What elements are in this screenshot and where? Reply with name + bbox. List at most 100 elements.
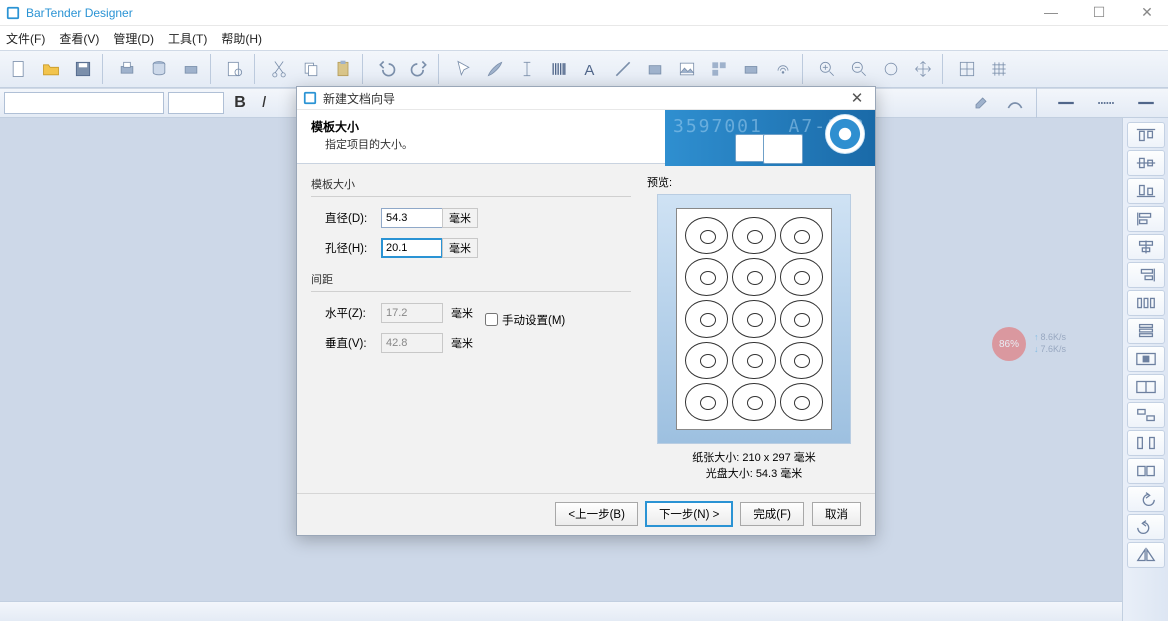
rfid-tool[interactable] xyxy=(768,54,798,84)
rotate-left-button[interactable] xyxy=(1127,486,1165,512)
rotate-right-button[interactable] xyxy=(1127,514,1165,540)
center-page-h-button[interactable] xyxy=(1127,346,1165,372)
hole-input[interactable] xyxy=(381,238,443,258)
zoom-out-button[interactable] xyxy=(844,54,874,84)
flip-h-button[interactable] xyxy=(1127,542,1165,568)
paste-button[interactable] xyxy=(328,54,358,84)
undo-button[interactable] xyxy=(372,54,402,84)
finish-button[interactable]: 完成(F) xyxy=(740,502,804,526)
line-style3-button[interactable] xyxy=(1128,88,1164,118)
new-button[interactable] xyxy=(4,54,34,84)
italic-button[interactable]: I xyxy=(256,94,272,112)
line-style2-button[interactable] xyxy=(1088,88,1124,118)
cancel-button[interactable]: 取消 xyxy=(812,502,861,526)
menu-help[interactable]: 帮助(H) xyxy=(221,30,262,47)
database-button[interactable] xyxy=(144,54,174,84)
menu-view[interactable]: 查看(V) xyxy=(59,30,99,47)
brush-tool[interactable] xyxy=(480,54,510,84)
preview-label: 预览: xyxy=(647,174,861,190)
redo-button[interactable] xyxy=(404,54,434,84)
dialog-footer: <上一步(B) 下一步(N) > 完成(F) 取消 xyxy=(297,493,875,535)
distribute-h-button[interactable] xyxy=(1127,290,1165,316)
distribute-v-button[interactable] xyxy=(1127,318,1165,344)
preview-button[interactable] xyxy=(220,54,250,84)
section-template-size: 模板大小 xyxy=(311,176,631,192)
same-width-button[interactable] xyxy=(1127,402,1165,428)
fill-color-button[interactable] xyxy=(966,88,996,118)
fontsize-combo[interactable] xyxy=(168,92,224,114)
align-center-button[interactable] xyxy=(1127,234,1165,260)
horiz-input xyxy=(381,303,443,323)
encoder-tool[interactable] xyxy=(736,54,766,84)
align-right-button[interactable] xyxy=(1127,262,1165,288)
align-middle-button[interactable] xyxy=(1127,150,1165,176)
align-left-button[interactable] xyxy=(1127,206,1165,232)
preview-panel xyxy=(657,194,851,444)
banner-art: 3597001 A7-118 xyxy=(665,110,875,166)
dialog-subheading: 指定项目的大小。 xyxy=(325,136,413,152)
align-top-button[interactable] xyxy=(1127,122,1165,148)
menu-tools[interactable]: 工具(T) xyxy=(168,30,207,47)
manual-checkbox-label[interactable]: 手动设置(M) xyxy=(485,312,565,328)
align-bottom-button[interactable] xyxy=(1127,178,1165,204)
line-tool[interactable] xyxy=(608,54,638,84)
menu-manage[interactable]: 管理(D) xyxy=(113,30,154,47)
zoom-in-button[interactable] xyxy=(812,54,842,84)
net-download: 7.6K/s xyxy=(1034,344,1066,356)
window-maximize[interactable]: ☐ xyxy=(1084,4,1114,21)
window-minimize[interactable]: ― xyxy=(1036,4,1066,21)
diameter-label: 直径(D): xyxy=(311,210,381,226)
print2-button[interactable] xyxy=(176,54,206,84)
app-title: BarTender Designer xyxy=(26,6,1036,20)
next-button[interactable]: 下一步(N) > xyxy=(646,502,732,526)
zoom-fit-button[interactable] xyxy=(876,54,906,84)
svg-text:A: A xyxy=(584,62,594,79)
back-button[interactable]: <上一步(B) xyxy=(555,502,638,526)
cut-button[interactable] xyxy=(264,54,294,84)
window-close[interactable]: ✕ xyxy=(1132,4,1162,21)
diameter-input[interactable] xyxy=(381,208,443,228)
vert-unit: 毫米 xyxy=(451,335,473,351)
menu-file[interactable]: 文件(F) xyxy=(6,30,45,47)
hole-unit: 毫米 xyxy=(442,238,478,258)
same-height-button[interactable] xyxy=(1127,430,1165,456)
print-button[interactable] xyxy=(112,54,142,84)
shape-tool[interactable] xyxy=(640,54,670,84)
dialog-close-button[interactable]: ✕ xyxy=(845,89,869,107)
move-button[interactable] xyxy=(908,54,938,84)
alignment-palette xyxy=(1122,118,1168,621)
manual-label-text: 手动设置(M) xyxy=(502,312,565,328)
barcode-tool[interactable] xyxy=(544,54,574,84)
open-button[interactable] xyxy=(36,54,66,84)
paper-size-caption: 纸张大小: 210 x 297 毫米 xyxy=(647,450,861,467)
line-style1-button[interactable] xyxy=(1048,88,1084,118)
same-size-button[interactable] xyxy=(1127,458,1165,484)
component-tool[interactable] xyxy=(704,54,734,84)
dialog-titlebar: 新建文档向导 ✕ xyxy=(297,87,875,110)
main-toolbar: A xyxy=(0,50,1168,88)
grid2-button[interactable] xyxy=(984,54,1014,84)
grid1-button[interactable] xyxy=(952,54,982,84)
font-combo[interactable] xyxy=(4,92,164,114)
bold-button[interactable]: B xyxy=(228,94,252,112)
line-color-button[interactable] xyxy=(1000,88,1030,118)
app-icon xyxy=(6,6,20,20)
horiz-label: 水平(Z): xyxy=(311,305,381,321)
new-document-wizard-dialog: 新建文档向导 ✕ 模板大小 指定项目的大小。 3597001 A7-118 模板… xyxy=(296,86,876,536)
text-tool[interactable]: A xyxy=(576,54,606,84)
text-cursor-tool[interactable] xyxy=(512,54,542,84)
menubar: 文件(F) 查看(V) 管理(D) 工具(T) 帮助(H) xyxy=(0,26,1168,50)
image-tool[interactable] xyxy=(672,54,702,84)
center-page-v-button[interactable] xyxy=(1127,374,1165,400)
dialog-title: 新建文档向导 xyxy=(323,90,845,107)
horiz-unit: 毫米 xyxy=(451,305,473,321)
diameter-unit: 毫米 xyxy=(442,208,478,228)
manual-checkbox[interactable] xyxy=(485,313,498,326)
pointer-tool[interactable] xyxy=(448,54,478,84)
dialog-banner: 模板大小 指定项目的大小。 3597001 A7-118 xyxy=(297,110,875,164)
status-bar xyxy=(0,601,1122,621)
section-gap: 间距 xyxy=(311,271,631,287)
copy-button[interactable] xyxy=(296,54,326,84)
save-button[interactable] xyxy=(68,54,98,84)
preview-paper xyxy=(676,208,832,430)
